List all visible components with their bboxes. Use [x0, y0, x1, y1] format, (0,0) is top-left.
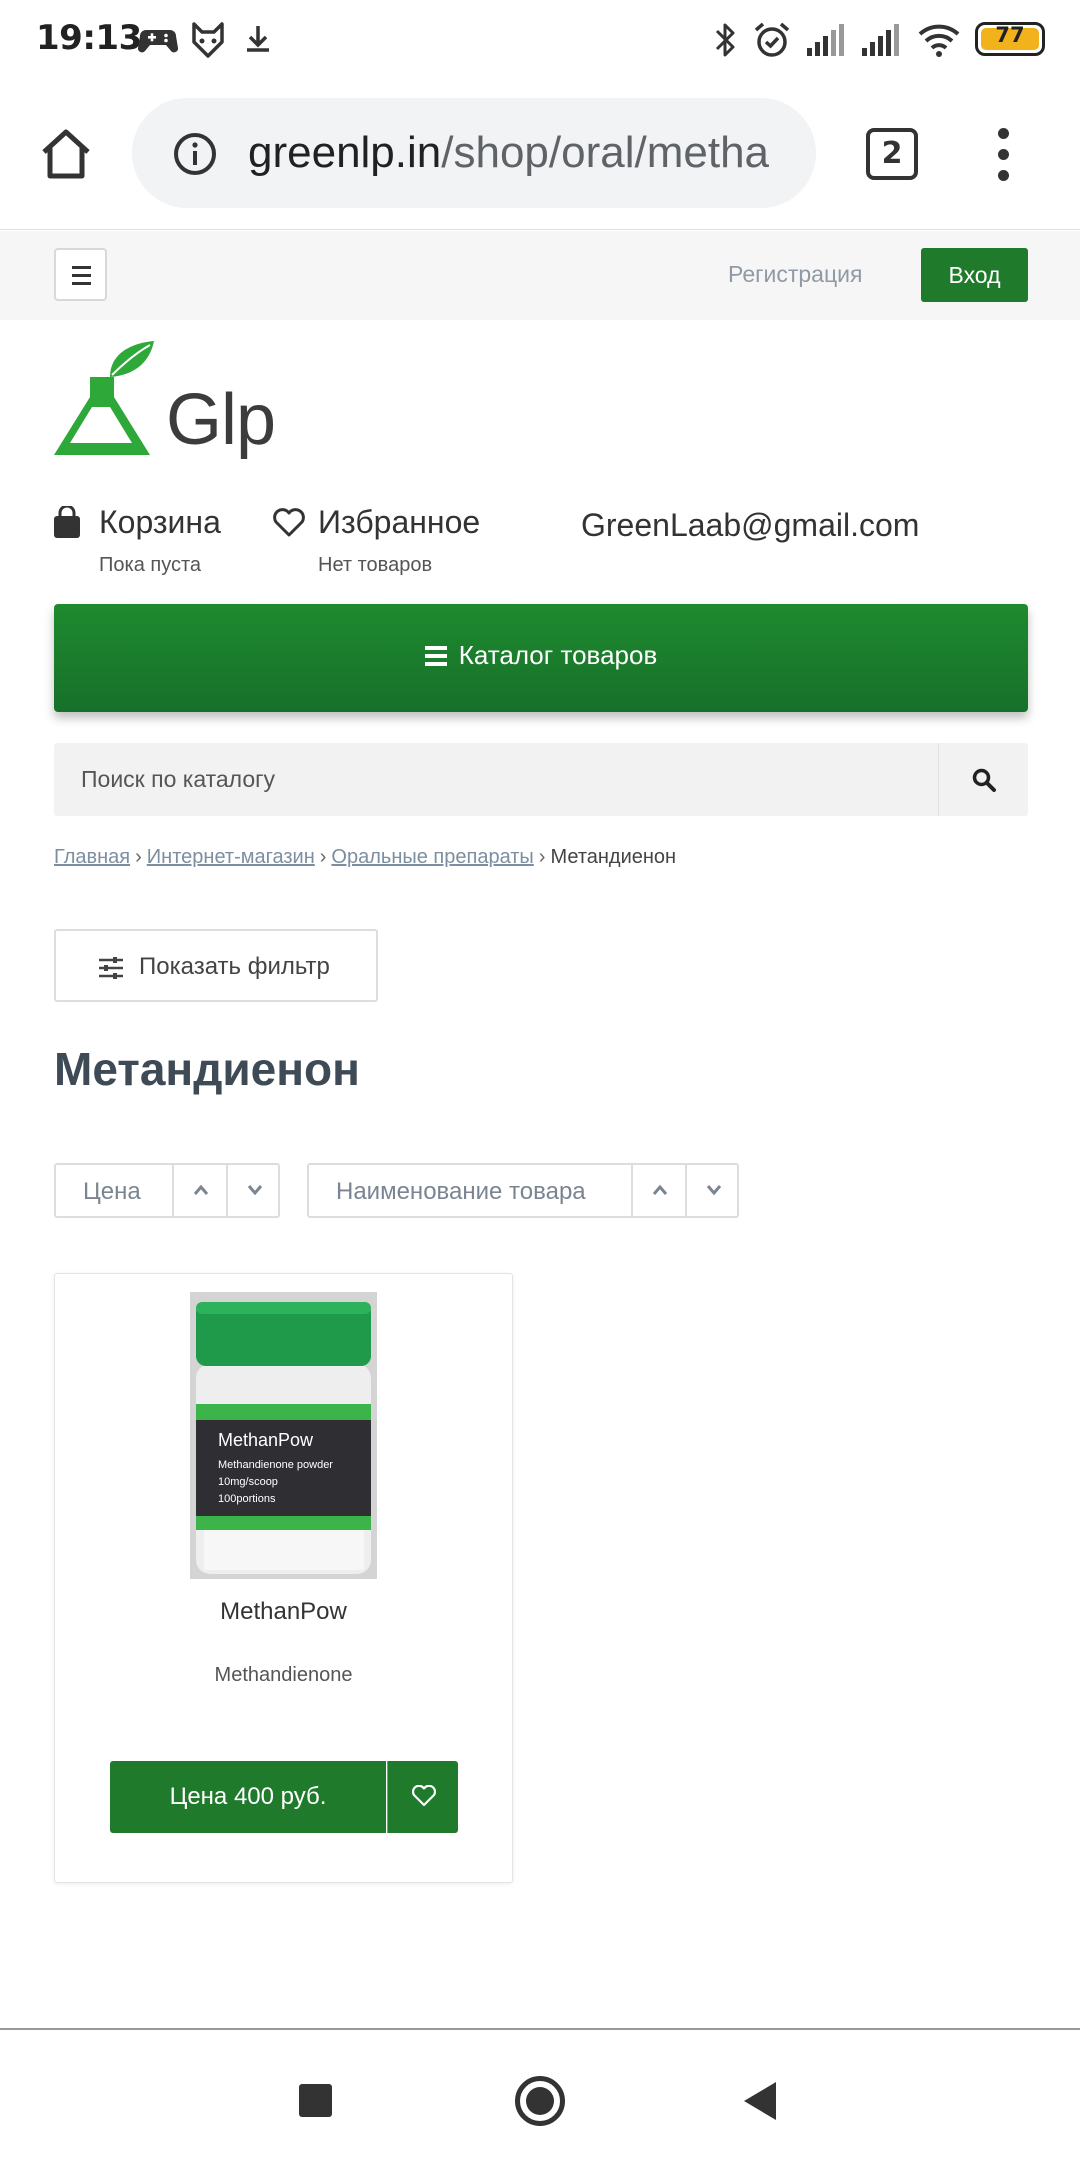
chevron-down-icon [247, 1185, 263, 1196]
url-path: /shop/oral/metha [441, 128, 770, 177]
back-triangle-icon[interactable] [744, 2082, 776, 2120]
product-jar-image: MethanPow Methandienone powder 10mg/scoo… [190, 1292, 377, 1579]
filter-sliders-icon [99, 957, 123, 979]
page-title: Метандиенон [54, 1043, 360, 1095]
flask-logo-icon [54, 341, 154, 455]
search-input[interactable] [54, 743, 938, 816]
jar-label-line-2: 10mg/scoop [218, 1476, 278, 1488]
sort-name-asc-button[interactable] [631, 1165, 685, 1216]
favorites-title: Избранное [318, 504, 481, 540]
chevron-up-icon [652, 1184, 668, 1195]
chevron-down-icon [706, 1185, 722, 1196]
cart-status: Пока пуста [99, 554, 202, 576]
breadcrumb-current: Метандиенон [550, 846, 677, 868]
breadcrumb-category[interactable]: Оральные препараты [331, 846, 533, 868]
product-card[interactable]: MethanPow Methandienone powder 10mg/scoo… [54, 1273, 513, 1883]
cart-title: Корзина [99, 504, 221, 540]
system-navigation-bar [0, 2028, 1080, 2160]
show-filter-label: Показать фильтр [139, 953, 330, 980]
site-logo[interactable]: Glp [54, 337, 294, 467]
battery-icon: 77 [975, 22, 1045, 56]
jar-label-name: MethanPow [218, 1430, 314, 1450]
register-link[interactable]: Регистрация [728, 261, 862, 288]
list-icon [424, 646, 447, 666]
heart-icon [411, 1785, 437, 1807]
info-icon[interactable] [172, 131, 218, 177]
contact-email[interactable]: GreenLaab@gmail.com [581, 507, 919, 544]
product-name[interactable]: MethanPow [55, 1598, 512, 1626]
sort-price-desc-button[interactable] [226, 1165, 280, 1216]
breadcrumb-home[interactable]: Главная [54, 846, 130, 868]
favorites-status: Нет товаров [318, 554, 433, 576]
add-to-favorites-button[interactable] [387, 1761, 458, 1833]
gamepad-icon [138, 30, 178, 53]
product-image[interactable]: MethanPow Methandienone powder 10mg/scoo… [190, 1292, 377, 1579]
jar-label-line-3: 100portions [218, 1493, 276, 1505]
price-buy-button[interactable]: Цена 400 руб. [110, 1761, 386, 1833]
chevron-up-icon [193, 1184, 209, 1195]
tab-switcher-button[interactable]: 2 [866, 128, 918, 180]
home-circle-icon[interactable] [515, 2076, 565, 2126]
logo-text: Glp [166, 380, 276, 460]
catalog-label: Каталог товаров [458, 640, 658, 670]
sort-price-asc-button[interactable] [172, 1165, 226, 1216]
jar-label-line-1: Methandienone powder [218, 1459, 333, 1471]
signal-icon [807, 24, 844, 56]
address-bar[interactable]: greenlp.in/shop/oral/metha [132, 98, 816, 208]
heart-icon [273, 508, 305, 537]
sort-name-label: Наименование товара [336, 1178, 586, 1205]
show-filter-button[interactable]: Показать фильтр [54, 929, 378, 1002]
url-text[interactable]: greenlp.in/shop/oral/metha [248, 128, 769, 178]
clock: 19:13 [36, 18, 142, 58]
product-description: Methandienone [214, 1664, 353, 1686]
search-icon [972, 768, 996, 792]
bluetooth-icon [715, 23, 735, 57]
breadcrumb: Главная › Интернет-магазин › Оральные препар… [54, 846, 677, 868]
home-icon[interactable] [36, 124, 96, 184]
wifi-icon [918, 24, 960, 57]
sort-name: Наименование товара [307, 1163, 739, 1218]
sort-price-label: Цена [83, 1178, 141, 1205]
shopping-bag-icon [54, 506, 80, 538]
alarm-icon [754, 22, 790, 57]
signal-icon [862, 24, 899, 56]
catalog-button[interactable]: Каталог товаров [54, 604, 1028, 712]
battery-level: 77 [995, 23, 1025, 47]
url-host: greenlp.in [248, 128, 442, 177]
search-button[interactable] [938, 743, 1028, 816]
hamburger-menu-button[interactable] [54, 248, 107, 301]
fox-icon [192, 22, 224, 58]
status-bar: 19:13 77 [0, 0, 1080, 78]
recent-apps-icon[interactable] [299, 2084, 332, 2117]
login-button[interactable]: Вход [921, 248, 1028, 302]
download-icon [247, 26, 269, 52]
site-topbar: Регистрация Вход [0, 231, 1080, 320]
sort-price: Цена [54, 1163, 280, 1218]
browser-toolbar: greenlp.in/shop/oral/metha 2 [0, 78, 1080, 230]
breadcrumb-shop[interactable]: Интернет-магазин [147, 846, 315, 868]
sort-name-desc-button[interactable] [685, 1165, 739, 1216]
catalog-search [54, 743, 1028, 816]
overflow-menu-icon[interactable] [996, 128, 1010, 184]
